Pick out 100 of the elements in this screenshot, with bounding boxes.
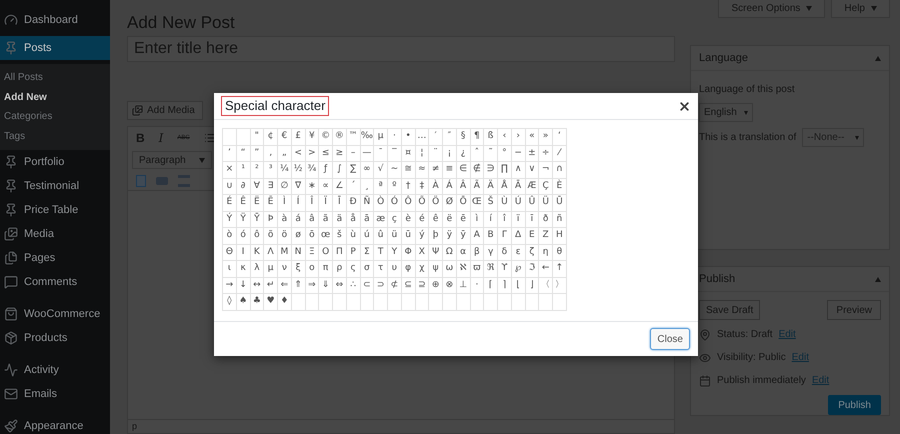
- character-cell[interactable]: ×: [223, 162, 237, 178]
- character-cell[interactable]: Χ: [416, 244, 430, 261]
- character-cell[interactable]: ®: [333, 129, 347, 146]
- character-cell[interactable]: á: [292, 212, 306, 228]
- character-cell[interactable]: ⌋: [526, 278, 540, 294]
- character-cell[interactable]: ↔: [250, 278, 264, 294]
- character-cell[interactable]: È: [553, 178, 567, 195]
- character-cell[interactable]: ç: [388, 212, 402, 228]
- character-cell[interactable]: Ì: [278, 195, 292, 212]
- character-cell[interactable]: Ρ: [346, 244, 360, 261]
- character-cell[interactable]: >: [306, 146, 320, 162]
- character-cell[interactable]: î: [498, 212, 512, 228]
- character-cell[interactable]: υ: [388, 261, 402, 278]
- character-cell[interactable]: ∈: [456, 162, 470, 178]
- character-cell[interactable]: ‚: [264, 146, 278, 162]
- character-cell[interactable]: Υ: [388, 244, 402, 261]
- character-cell[interactable]: …: [416, 129, 430, 146]
- character-cell[interactable]: ō: [306, 228, 320, 244]
- character-cell[interactable]: ö: [278, 228, 292, 244]
- character-cell[interactable]: Π: [333, 244, 347, 261]
- character-cell[interactable]: •: [402, 129, 416, 146]
- character-cell[interactable]: ∇: [292, 178, 306, 195]
- menu-item[interactable]: Activity: [0, 358, 110, 382]
- menu-item[interactable]: Comments: [0, 270, 110, 294]
- collapse-arrow-icon[interactable]: [875, 276, 881, 282]
- character-cell[interactable]: Ο: [319, 244, 333, 261]
- character-cell[interactable]: ∋: [484, 162, 498, 178]
- character-cell[interactable]: è: [402, 212, 416, 228]
- character-cell[interactable]: Œ: [470, 195, 484, 212]
- character-cell[interactable]: Ë: [250, 195, 264, 212]
- character-cell[interactable]: <: [292, 146, 306, 162]
- character-cell[interactable]: ": [250, 129, 264, 146]
- character-cell[interactable]: ¡: [443, 146, 457, 162]
- submenu-item[interactable]: All Posts: [0, 68, 110, 88]
- character-cell[interactable]: ã: [319, 212, 333, 228]
- publish-button[interactable]: Publish: [828, 395, 881, 415]
- character-cell[interactable]: ñ: [553, 212, 567, 228]
- character-cell[interactable]: 〉: [553, 278, 567, 294]
- character-cell[interactable]: Û: [526, 195, 540, 212]
- character-cell[interactable]: ℵ: [456, 261, 470, 278]
- menu-item[interactable]: Testimonial: [0, 174, 110, 198]
- character-cell[interactable]: ü: [388, 228, 402, 244]
- character-cell[interactable]: ȳ: [456, 228, 470, 244]
- character-cell[interactable]: Σ: [360, 244, 374, 261]
- character-cell[interactable]: ⌉: [498, 278, 512, 294]
- character-cell[interactable]: ì: [470, 212, 484, 228]
- character-cell[interactable]: 〈: [539, 278, 553, 294]
- character-cell[interactable]: ē: [456, 212, 470, 228]
- character-cell[interactable]: Κ: [250, 244, 264, 261]
- character-cell[interactable]: þ: [429, 228, 443, 244]
- character-cell[interactable]: õ: [264, 228, 278, 244]
- character-cell[interactable]: à: [278, 212, 292, 228]
- character-cell[interactable]: θ: [553, 244, 567, 261]
- character-cell[interactable]: ä: [333, 212, 347, 228]
- character-cell[interactable]: ←: [539, 261, 553, 278]
- character-cell[interactable]: π: [319, 261, 333, 278]
- character-cell[interactable]: ο: [306, 261, 320, 278]
- character-cell[interactable]: ê: [429, 212, 443, 228]
- character-cell[interactable]: ¾: [306, 162, 320, 178]
- character-cell[interactable]: ⊂: [360, 278, 374, 294]
- character-cell[interactable]: Ω: [443, 244, 457, 261]
- character-cell[interactable]: Δ: [512, 228, 526, 244]
- character-cell[interactable]: ¼: [278, 162, 292, 178]
- character-cell[interactable]: â: [306, 212, 320, 228]
- character-cell[interactable]: ∞: [360, 162, 374, 178]
- character-cell[interactable]: €: [278, 129, 292, 146]
- character-cell[interactable]: —: [360, 146, 374, 162]
- character-cell[interactable]: ⇒: [306, 278, 320, 294]
- character-cell[interactable]: ♥: [264, 294, 278, 310]
- character-cell[interactable]: ”: [250, 146, 264, 162]
- character-cell[interactable]: Þ: [264, 212, 278, 228]
- character-cell[interactable]: «: [526, 129, 540, 146]
- character-cell[interactable]: „: [278, 146, 292, 162]
- character-cell[interactable]: ·: [388, 129, 402, 146]
- character-cell[interactable]: Ē: [264, 195, 278, 212]
- character-cell[interactable]: –: [346, 146, 360, 162]
- character-cell[interactable]: Ε: [526, 228, 540, 244]
- character-cell[interactable]: ā: [360, 212, 374, 228]
- character-cell[interactable]: ⊕: [429, 278, 443, 294]
- character-cell[interactable]: ÷: [539, 146, 553, 162]
- character-cell[interactable]: ‘: [553, 129, 567, 146]
- character-cell[interactable]: ¤: [402, 146, 416, 162]
- character-cell[interactable]: ⊃: [374, 278, 388, 294]
- character-cell[interactable]: Ÿ: [236, 212, 250, 228]
- character-cell[interactable]: ≈: [416, 162, 430, 178]
- character-cell[interactable]: Τ: [374, 244, 388, 261]
- character-cell[interactable]: ±: [526, 146, 540, 162]
- character-cell[interactable]: ¥: [306, 129, 320, 146]
- character-cell[interactable]: Â: [456, 178, 470, 195]
- character-cell[interactable]: ³: [264, 162, 278, 178]
- character-cell[interactable]: ∃: [264, 178, 278, 195]
- character-cell[interactable]: ‡: [416, 178, 430, 195]
- character-cell[interactable]: ¢: [264, 129, 278, 146]
- character-cell[interactable]: Æ: [526, 178, 540, 195]
- character-cell[interactable]: ¸: [360, 178, 374, 195]
- character-cell[interactable]: φ: [402, 261, 416, 278]
- character-cell[interactable]: Ý: [223, 212, 237, 228]
- character-cell[interactable]: Ô: [402, 195, 416, 212]
- character-cell[interactable]: ¹: [236, 162, 250, 178]
- character-cell[interactable]: ω: [443, 261, 457, 278]
